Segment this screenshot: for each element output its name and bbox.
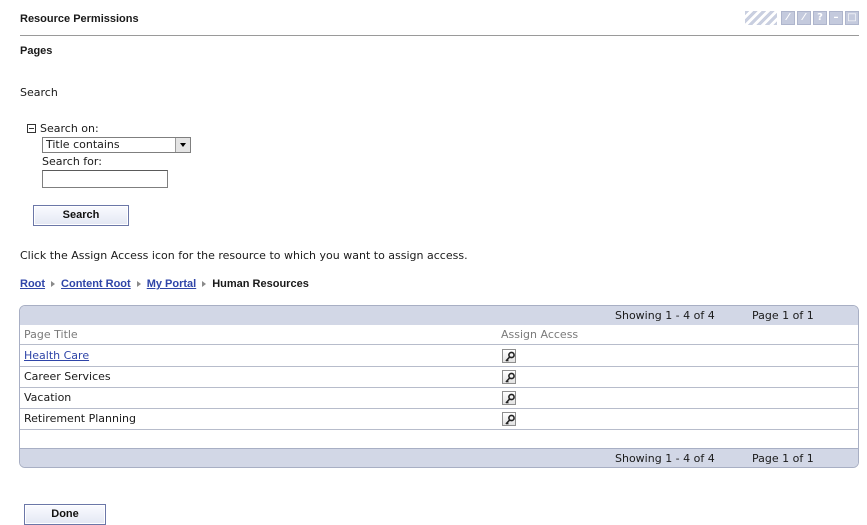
search-for-label: Search for: bbox=[42, 155, 102, 168]
maximize-icon[interactable]: □ bbox=[845, 11, 859, 25]
column-headers: Page Title Assign Access bbox=[20, 325, 858, 345]
table-row: Retirement Planning bbox=[20, 409, 858, 430]
window-controls: ⁄ ⁄ ? – □ bbox=[745, 10, 859, 26]
page-title: Career Services bbox=[24, 370, 111, 383]
done-button[interactable]: Done bbox=[24, 504, 106, 525]
decorative-stripes bbox=[745, 11, 777, 25]
search-on-row: Search on: bbox=[27, 121, 99, 135]
assign-access-key-icon[interactable] bbox=[502, 391, 516, 405]
portlet-title: Resource Permissions bbox=[20, 13, 139, 25]
search-button[interactable]: Search bbox=[33, 205, 129, 226]
table-header-bar: Showing 1 - 4 of 4 Page 1 of 1 bbox=[20, 306, 858, 325]
breadcrumb-link-root[interactable]: Root bbox=[20, 278, 45, 290]
page-title: Vacation bbox=[24, 391, 72, 404]
search-on-select[interactable]: Title contains bbox=[42, 137, 191, 153]
table-row: Career Services bbox=[20, 367, 858, 388]
pages-table: Showing 1 - 4 of 4 Page 1 of 1 Page Titl… bbox=[19, 305, 859, 468]
search-on-label: Search on: bbox=[40, 121, 99, 135]
chevron-down-icon[interactable] bbox=[175, 138, 190, 152]
showing-count: Showing 1 - 4 of 4 bbox=[615, 452, 715, 465]
table-row: Vacation bbox=[20, 388, 858, 409]
page-title: Retirement Planning bbox=[24, 412, 136, 425]
search-for-input[interactable] bbox=[42, 170, 168, 188]
assign-access-key-icon[interactable] bbox=[502, 370, 516, 384]
instructions-text: Click the Assign Access icon for the res… bbox=[20, 249, 468, 262]
table-row: Health Care bbox=[20, 346, 858, 367]
showing-count: Showing 1 - 4 of 4 bbox=[615, 309, 715, 322]
breadcrumb: Root Content Root My Portal Human Resour… bbox=[20, 278, 309, 290]
help-icon[interactable]: ? bbox=[813, 11, 827, 25]
breadcrumb-separator-icon bbox=[136, 281, 141, 287]
page-indicator: Page 1 of 1 bbox=[752, 309, 814, 322]
edit-icon[interactable]: ⁄ bbox=[781, 11, 795, 25]
search-panel: Search on: Title contains Search for: bbox=[27, 121, 191, 188]
search-on-value: Title contains bbox=[46, 138, 120, 151]
portlet-title-bar: Resource Permissions ⁄ ⁄ ? – □ bbox=[0, 0, 867, 36]
title-divider bbox=[20, 35, 859, 36]
collapse-icon[interactable] bbox=[27, 124, 36, 133]
column-header-assign-access: Assign Access bbox=[501, 328, 579, 341]
assign-access-key-icon[interactable] bbox=[502, 412, 516, 426]
search-heading: Search bbox=[20, 86, 58, 99]
breadcrumb-link-my-portal[interactable]: My Portal bbox=[147, 278, 197, 290]
breadcrumb-link-content-root[interactable]: Content Root bbox=[61, 278, 131, 290]
page-title-link[interactable]: Health Care bbox=[24, 346, 89, 366]
minimize-icon[interactable]: – bbox=[829, 11, 843, 25]
table-footer-bar: Showing 1 - 4 of 4 Page 1 of 1 bbox=[20, 448, 858, 467]
assign-access-key-icon[interactable] bbox=[502, 349, 516, 363]
page-indicator: Page 1 of 1 bbox=[752, 452, 814, 465]
column-header-page-title: Page Title bbox=[24, 328, 78, 341]
section-title: Pages bbox=[20, 45, 53, 57]
breadcrumb-separator-icon bbox=[202, 281, 207, 287]
configure-icon[interactable]: ⁄ bbox=[797, 11, 811, 25]
breadcrumb-separator-icon bbox=[51, 281, 56, 287]
breadcrumb-current: Human Resources bbox=[212, 278, 309, 290]
